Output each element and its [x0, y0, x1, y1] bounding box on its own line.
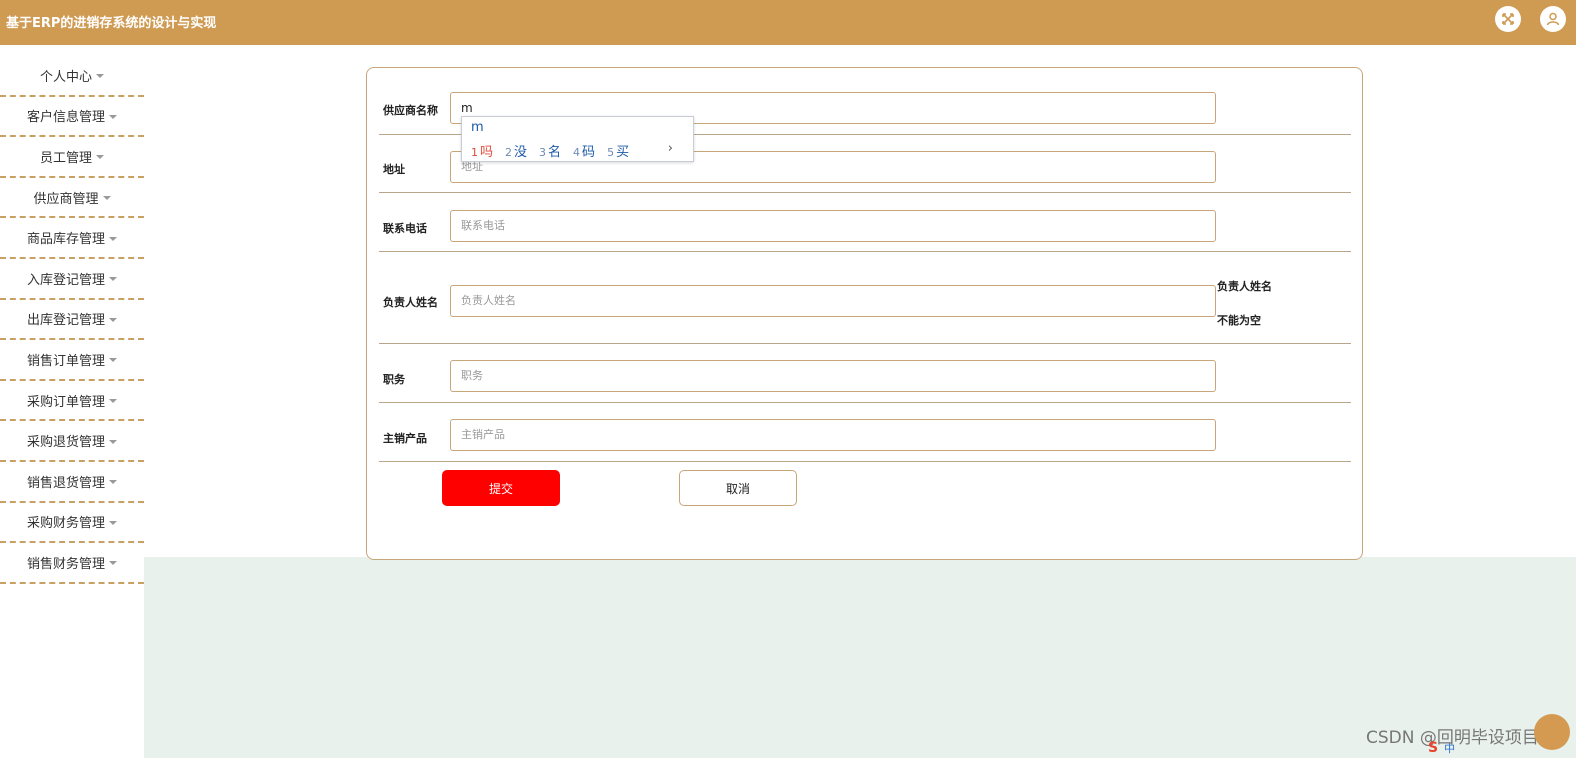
ime-candidate[interactable]: 4码 — [573, 141, 595, 160]
app-title: 基于ERP的进销存系统的设计与实现 — [6, 16, 217, 31]
phone-input[interactable]: 联系电话 — [450, 210, 1216, 242]
form-row-main-product: 主销产品 主销产品 — [379, 402, 1351, 462]
ime-composition: m — [471, 120, 484, 135]
ime-next-page-icon[interactable]: › — [668, 141, 673, 156]
form-row-manager-name: 负责人姓名 负责人姓名 负责人姓名 不能为空 — [379, 251, 1351, 344]
ime-candidate-word: 没 — [514, 145, 528, 160]
sidebar-item-label: 商品库存管理 — [26, 232, 105, 248]
sidebar-item-sales-return[interactable]: 销售退货管理 — [0, 462, 144, 503]
sidebar-item-label: 个人中心 — [39, 69, 92, 85]
caret-down-icon — [109, 114, 117, 119]
ime-candidate-word: 码 — [582, 145, 596, 160]
position-input[interactable]: 职务 — [450, 360, 1216, 392]
form-row-phone: 联系电话 联系电话 — [379, 192, 1351, 252]
sidebar-item-label: 采购订单管理 — [26, 394, 105, 410]
caret-down-icon — [109, 561, 117, 566]
sidebar-item-supplier[interactable]: 供应商管理 — [0, 178, 144, 219]
ime-candidate-popup: m 1吗 2没 3名 4码 5买 › — [461, 116, 694, 162]
ime-candidate-word: 吗 — [480, 145, 494, 160]
ime-candidate[interactable]: 2没 — [505, 141, 527, 160]
sogou-logo-icon: S — [1428, 740, 1439, 756]
ime-candidate-word: 买 — [616, 145, 630, 160]
manager-name-input[interactable]: 负责人姓名 — [450, 285, 1216, 317]
ime-mode-chinese[interactable]: 中 — [1444, 740, 1455, 756]
sidebar-item-sales-order[interactable]: 销售订单管理 — [0, 340, 144, 381]
user-button[interactable] — [1540, 6, 1566, 32]
caret-down-icon — [96, 155, 104, 160]
sidebar-item-label: 员工管理 — [39, 150, 92, 166]
user-icon — [1546, 12, 1560, 26]
sidebar-item-stock-out[interactable]: 出库登记管理 — [0, 300, 144, 341]
address-label: 地址 — [383, 163, 405, 176]
sidebar-item-stock-in[interactable]: 入库登记管理 — [0, 259, 144, 300]
sidebar: 个人中心 客户信息管理 员工管理 供应商管理 商品库存管理 入库登记管理 出库登… — [0, 56, 144, 584]
sidebar-item-label: 销售财务管理 — [26, 556, 105, 572]
caret-down-icon — [109, 399, 117, 404]
main-product-input[interactable]: 主销产品 — [450, 419, 1216, 451]
fullscreen-button[interactable] — [1495, 6, 1521, 32]
sidebar-item-purchase-return[interactable]: 采购退货管理 — [0, 421, 144, 462]
top-header: 基于ERP的进销存系统的设计与实现 — [0, 0, 1576, 45]
supplier-name-label: 供应商名称 — [383, 104, 438, 117]
sidebar-item-label: 销售退货管理 — [26, 475, 105, 491]
ime-candidate[interactable]: 3名 — [539, 141, 561, 160]
caret-down-icon — [109, 520, 117, 525]
ime-candidate-number: 5 — [607, 146, 615, 159]
sidebar-item-purchase-finance[interactable]: 采购财务管理 — [0, 503, 144, 544]
sidebar-item-purchase-order[interactable]: 采购订单管理 — [0, 381, 144, 422]
ime-candidate-number: 4 — [573, 146, 581, 159]
validation-error-line1: 负责人姓名 — [1217, 280, 1272, 293]
main-product-label: 主销产品 — [383, 432, 427, 445]
caret-down-icon — [109, 236, 117, 241]
ime-candidate[interactable]: 1吗 — [471, 141, 493, 160]
caret-down-icon — [96, 74, 104, 79]
cancel-button[interactable]: 取消 — [679, 470, 797, 506]
sidebar-item-customer[interactable]: 客户信息管理 — [0, 97, 144, 138]
manager-name-label: 负责人姓名 — [383, 296, 438, 309]
sidebar-item-label: 采购退货管理 — [26, 435, 105, 451]
sidebar-item-label: 客户信息管理 — [26, 110, 105, 126]
sidebar-item-sales-finance[interactable]: 销售财务管理 — [0, 543, 144, 584]
fullscreen-icon — [1502, 13, 1514, 25]
ime-candidate-number: 2 — [505, 146, 513, 159]
phone-label: 联系电话 — [383, 222, 427, 235]
ime-candidate[interactable]: 5买 — [607, 141, 629, 160]
caret-down-icon — [109, 480, 117, 485]
sidebar-item-label: 供应商管理 — [33, 191, 99, 207]
sidebar-item-label: 销售订单管理 — [26, 353, 105, 369]
caret-down-icon — [109, 358, 117, 363]
ime-candidate-number: 3 — [539, 146, 547, 159]
caret-down-icon — [109, 317, 117, 322]
sidebar-item-label: 入库登记管理 — [26, 272, 105, 288]
sidebar-item-label: 采购财务管理 — [26, 516, 105, 532]
ime-candidates: 1吗 2没 3名 4码 5买 — [471, 141, 629, 160]
caret-down-icon — [102, 196, 111, 201]
ime-candidate-word: 名 — [548, 145, 562, 160]
submit-button[interactable]: 提交 — [442, 470, 560, 506]
sidebar-item-personal-center[interactable]: 个人中心 — [0, 56, 144, 97]
position-label: 职务 — [383, 373, 405, 386]
caret-down-icon — [109, 277, 117, 282]
validation-error-line2: 不能为空 — [1217, 314, 1261, 327]
content-background — [144, 557, 1576, 758]
sidebar-item-employee[interactable]: 员工管理 — [0, 137, 144, 178]
form-row-position: 职务 职务 — [379, 343, 1351, 403]
caret-down-icon — [109, 439, 117, 444]
ime-candidate-number: 1 — [471, 146, 478, 159]
ime-toolbar: S 中 — [1428, 738, 1576, 758]
sidebar-item-label: 出库登记管理 — [26, 313, 105, 329]
sidebar-item-inventory[interactable]: 商品库存管理 — [0, 218, 144, 259]
